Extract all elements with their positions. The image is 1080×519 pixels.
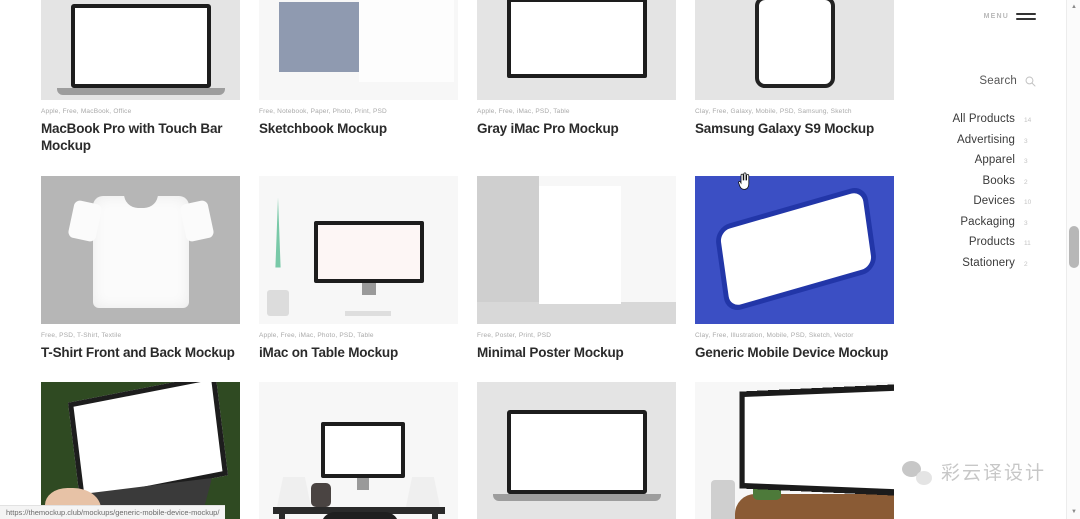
product-card[interactable]: Free, PSD, T-Shirt, Textile T-Shirt Fron…: [41, 175, 240, 361]
watermark-text: 彩云译设计: [940, 462, 1046, 484]
product-thumbnail-imac-wooden-stand[interactable]: [695, 381, 894, 519]
sidebar-item-advertising[interactable]: Advertising 3: [916, 134, 1036, 146]
product-thumbnail-gray-imac[interactable]: [477, 0, 676, 100]
product-row: Free, PSD, T-Shirt, Textile T-Shirt Fron…: [41, 175, 894, 361]
product-thumbnail-macbook-frontal[interactable]: [477, 381, 676, 519]
menu-button[interactable]: MENU: [984, 13, 1036, 20]
category-label: Apparel: [974, 154, 1015, 166]
category-count: 10: [1024, 199, 1032, 206]
scroll-down-arrow-icon[interactable]: ▼: [1067, 505, 1080, 519]
product-thumbnail-generic-mobile[interactable]: [695, 175, 894, 324]
category-count: 3: [1024, 158, 1028, 165]
sidebar-item-products[interactable]: Products 11: [916, 236, 1036, 248]
product-title[interactable]: Sketchbook Mockup: [259, 120, 458, 137]
product-tags: Apple, Free, iMac, PSD, Table: [477, 108, 570, 115]
category-sidebar: Search All Products 14 Advertising 3 App…: [916, 75, 1036, 277]
product-tags: Free, Notebook, Paper, Photo, Print, PSD: [259, 108, 387, 115]
category-count: 11: [1024, 240, 1031, 247]
product-card[interactable]: Apple, Free, iMac, PSD, Table Gray iMac …: [477, 0, 676, 155]
product-title[interactable]: Samsung Galaxy S9 Mockup: [695, 120, 894, 137]
category-label: Stationery: [962, 256, 1015, 269]
product-title[interactable]: T-Shirt Front and Back Mockup: [41, 344, 240, 361]
product-title[interactable]: MacBook Pro with Touch Bar Mockup: [41, 120, 240, 155]
product-thumbnail-imac-table[interactable]: [259, 175, 458, 324]
category-count: 3: [1024, 219, 1028, 227]
product-thumbnail-tshirt[interactable]: [41, 175, 240, 324]
sidebar-item-books[interactable]: Books 2: [916, 175, 1036, 187]
product-row: Apple, Free, MacBook, Office MacBook Pro…: [41, 0, 894, 155]
product-thumbnail-imac-pro-table[interactable]: [259, 381, 458, 519]
product-row: Apple, Free, MacBook, Man, Person, Photo…: [41, 381, 894, 519]
wechat-logo-icon: [901, 459, 932, 485]
pointer-hand-cursor: [738, 172, 750, 190]
product-card[interactable]: Apple, Free, MacBook, Office MacBook Pro…: [41, 0, 240, 155]
product-card[interactable]: Free, Notebook, Paper, Photo, Print, PSD…: [259, 0, 458, 155]
category-label: Devices: [973, 195, 1015, 207]
scroll-up-arrow-icon[interactable]: ▲: [1067, 0, 1080, 14]
category-label: Books: [982, 174, 1015, 187]
sidebar-item-all-products[interactable]: All Products 14: [916, 113, 1036, 125]
category-count: 2: [1024, 178, 1028, 186]
browser-viewport: MENU Apple, Free, MacBook, Office MacBoo…: [0, 0, 1080, 519]
product-thumbnail-sketchbook[interactable]: [259, 0, 458, 100]
product-title[interactable]: Gray iMac Pro Mockup: [477, 120, 676, 137]
sidebar-item-packaging[interactable]: Packaging 3: [916, 216, 1036, 228]
search-icon[interactable]: [1025, 76, 1036, 87]
product-tags: Apple, Free, MacBook, Office: [41, 108, 132, 115]
category-label: Advertising: [957, 133, 1015, 146]
watermark: 彩云译设计: [901, 458, 1046, 485]
product-tags: Clay, Free, Galaxy, Mobile, PSD, Samsung…: [695, 108, 852, 115]
product-thumbnail-poster[interactable]: [477, 175, 676, 324]
category-label: Packaging: [960, 215, 1015, 228]
product-title[interactable]: iMac on Table Mockup: [259, 344, 458, 361]
product-card[interactable]: Clay, Free, Illustration, Mobile, PSD, S…: [695, 175, 894, 361]
vertical-scrollbar[interactable]: ▲ ▼: [1066, 0, 1080, 519]
product-card[interactable]: Apple, Free, MacBook, Man, Person, Photo…: [41, 381, 240, 519]
product-card[interactable]: Apple, Free, iMac, Photo, PSD, Table iMa…: [695, 381, 894, 519]
product-card[interactable]: Apple, Free, Illustration, MacBook, PSD …: [477, 381, 676, 519]
product-card[interactable]: Clay, Free, Galaxy, Mobile, PSD, Samsung…: [695, 0, 894, 155]
menu-label: MENU: [983, 13, 1009, 20]
product-thumbnail-galaxy-s9[interactable]: [695, 0, 894, 100]
category-count: 3: [1024, 137, 1028, 145]
product-card[interactable]: Apple, Free, iMac, Photo, PSD, Table iMa…: [259, 175, 458, 361]
product-tags: Apple, Free, iMac, Photo, PSD, Table: [259, 331, 374, 339]
sidebar-item-apparel[interactable]: Apparel 3: [916, 154, 1036, 166]
category-label: Products: [968, 236, 1015, 248]
product-tags: Free, Poster, Print, PSD: [477, 331, 552, 339]
sidebar-item-devices[interactable]: Devices 10: [916, 195, 1036, 207]
product-tags: Clay, Free, Illustration, Mobile, PSD, S…: [695, 331, 854, 339]
sidebar-item-stationery[interactable]: Stationery 2: [916, 257, 1036, 269]
search-control[interactable]: Search: [916, 75, 1036, 87]
search-label: Search: [979, 75, 1017, 87]
product-thumbnail-macbook-touchbar[interactable]: [41, 0, 240, 100]
product-tags: Free, PSD, T-Shirt, Textile: [41, 331, 122, 339]
category-count: 14: [1024, 117, 1032, 124]
hamburger-icon[interactable]: [1016, 13, 1036, 20]
product-title[interactable]: Minimal Poster Mockup: [477, 344, 676, 361]
status-bar-url: https://themockup.club/mockups/generic-m…: [0, 505, 226, 519]
category-count: 2: [1024, 260, 1028, 268]
product-grid: Apple, Free, MacBook, Office MacBook Pro…: [41, 0, 894, 519]
category-label: All Products: [952, 113, 1015, 125]
scrollbar-thumb[interactable]: [1069, 226, 1079, 268]
product-title[interactable]: Generic Mobile Device Mockup: [695, 344, 894, 361]
product-thumbnail-macbook-grass[interactable]: [41, 381, 240, 519]
product-card[interactable]: Apple, Free, iMac, Pro, PSD iMac Pro on …: [259, 381, 458, 519]
product-card[interactable]: Free, Poster, Print, PSD Minimal Poster …: [477, 175, 676, 361]
